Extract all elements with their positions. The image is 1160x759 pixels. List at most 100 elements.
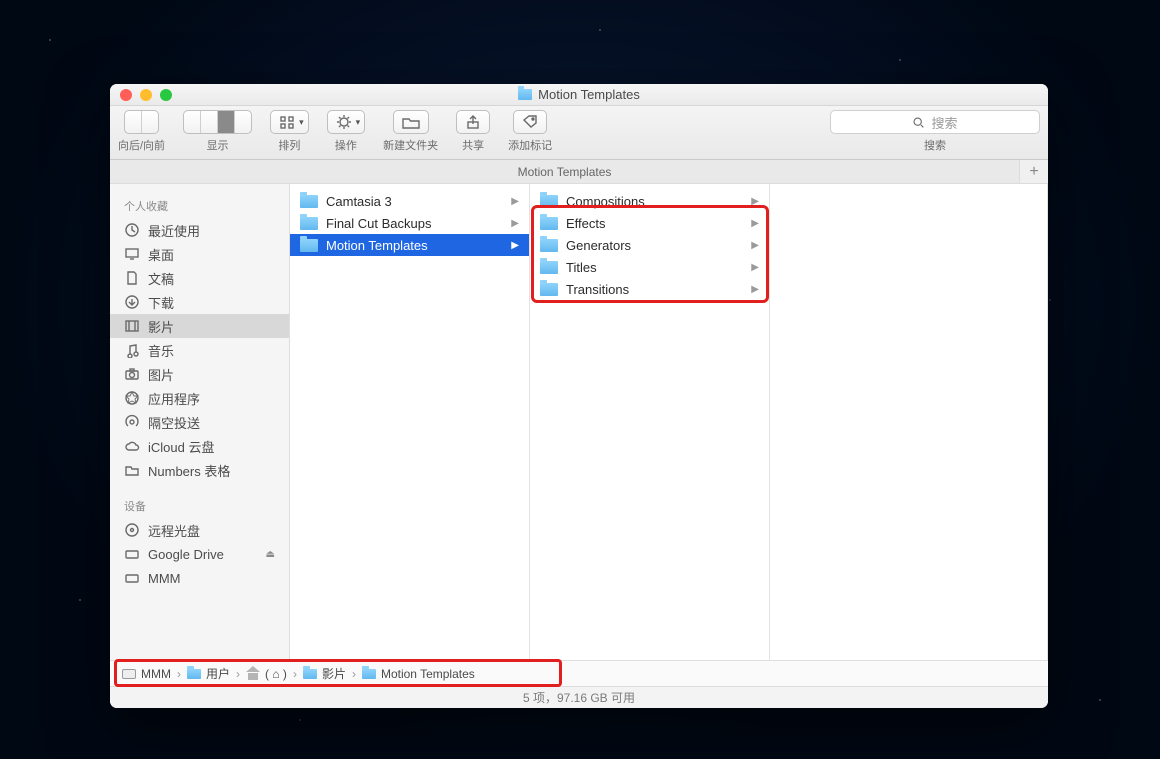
cloud-icon bbox=[124, 438, 140, 454]
sidebar-item-label: 应用程序 bbox=[148, 389, 200, 408]
sidebar-item-numbers[interactable]: Numbers 表格 bbox=[110, 458, 289, 482]
harddrive-icon bbox=[122, 669, 136, 679]
path-label: 用户 bbox=[206, 665, 230, 682]
sidebar: 个人收藏 最近使用 桌面 文稿 下载 影片 bbox=[110, 184, 290, 660]
nav-label: 向后/向前 bbox=[118, 137, 165, 153]
film-icon bbox=[124, 318, 140, 334]
list-item[interactable]: Motion Templates ▶ bbox=[290, 234, 529, 256]
chevron-right-icon: ▶ bbox=[751, 240, 765, 251]
item-label: Motion Templates bbox=[326, 238, 503, 253]
close-button[interactable] bbox=[120, 89, 132, 101]
newfolder-label: 新建文件夹 bbox=[383, 137, 438, 153]
new-folder-button[interactable] bbox=[393, 110, 429, 134]
eject-icon[interactable]: ⏏ bbox=[266, 549, 275, 560]
sidebar-header-favorites: 个人收藏 bbox=[110, 192, 289, 218]
view-gallery-button[interactable] bbox=[234, 111, 251, 133]
folder-icon bbox=[540, 217, 558, 230]
sidebar-item-label: 影片 bbox=[148, 317, 174, 336]
path-separator: › bbox=[352, 667, 356, 681]
path-label: 影片 bbox=[322, 665, 346, 682]
sidebar-item-movies[interactable]: 影片 bbox=[110, 314, 289, 338]
sidebar-item-applications[interactable]: 应用程序 bbox=[110, 386, 289, 410]
chevron-right-icon: ▶ bbox=[511, 240, 525, 251]
path-label: Motion Templates bbox=[381, 667, 475, 681]
list-item[interactable]: Effects ▶ bbox=[530, 212, 769, 234]
sidebar-item-remote-disc[interactable]: 远程光盘 bbox=[110, 518, 289, 542]
new-tab-button[interactable]: + bbox=[1020, 160, 1048, 183]
folder-icon bbox=[540, 195, 558, 208]
item-label: Generators bbox=[566, 238, 743, 253]
view-label: 显示 bbox=[207, 137, 229, 153]
sidebar-item-label: 最近使用 bbox=[148, 221, 200, 240]
sidebar-item-label: 隔空投送 bbox=[148, 413, 200, 432]
sidebar-item-label: Numbers 表格 bbox=[148, 461, 230, 480]
folder-icon bbox=[540, 239, 558, 252]
disc-icon bbox=[124, 522, 140, 538]
path-crumb[interactable]: MMM bbox=[122, 667, 171, 681]
forward-button[interactable] bbox=[141, 111, 158, 133]
finder-body: 个人收藏 最近使用 桌面 文稿 下载 影片 bbox=[110, 184, 1048, 660]
folder-icon bbox=[300, 195, 318, 208]
action-label: 操作 bbox=[335, 137, 357, 153]
list-item[interactable]: Camtasia 3 ▶ bbox=[290, 190, 529, 212]
sidebar-item-pictures[interactable]: 图片 bbox=[110, 362, 289, 386]
search-field[interactable]: 搜索 bbox=[830, 110, 1040, 134]
folder-icon bbox=[518, 89, 532, 100]
sidebar-item-icloud[interactable]: iCloud 云盘 bbox=[110, 434, 289, 458]
item-label: Effects bbox=[566, 216, 743, 231]
sidebar-item-downloads[interactable]: 下载 bbox=[110, 290, 289, 314]
zoom-button[interactable] bbox=[160, 89, 172, 101]
tab-bar: Motion Templates + bbox=[110, 160, 1048, 184]
tab-motion-templates[interactable]: Motion Templates bbox=[110, 160, 1020, 183]
action-button[interactable]: ▾ bbox=[327, 110, 366, 134]
path-label: ( ⌂ ) bbox=[265, 667, 287, 681]
status-text: 5 项，97.16 GB 可用 bbox=[523, 689, 635, 706]
back-button[interactable] bbox=[125, 111, 141, 133]
column-3 bbox=[770, 184, 1048, 660]
path-crumb[interactable]: 用户 bbox=[187, 665, 230, 682]
sidebar-item-mmm[interactable]: MMM bbox=[110, 566, 289, 590]
folder-icon bbox=[303, 669, 317, 679]
share-label: 共享 bbox=[462, 137, 484, 153]
sidebar-item-label: Google Drive bbox=[148, 547, 224, 562]
minimize-button[interactable] bbox=[140, 89, 152, 101]
sidebar-item-desktop[interactable]: 桌面 bbox=[110, 242, 289, 266]
finder-window: Motion Templates 向后/向前 显示 ▾ bbox=[110, 84, 1048, 708]
chevron-down-icon: ▾ bbox=[299, 117, 304, 128]
chevron-down-icon: ▾ bbox=[356, 117, 361, 128]
view-columns-button[interactable] bbox=[217, 111, 234, 133]
arrange-label: 排列 bbox=[278, 137, 300, 153]
sidebar-item-label: 音乐 bbox=[148, 341, 174, 360]
path-crumb[interactable]: Motion Templates bbox=[362, 667, 475, 681]
path-crumb[interactable]: ( ⌂ ) bbox=[246, 667, 287, 681]
list-item[interactable]: Transitions ▶ bbox=[530, 278, 769, 300]
sidebar-header-devices: 设备 bbox=[110, 492, 289, 518]
arrange-button[interactable]: ▾ bbox=[270, 110, 309, 134]
path-label: MMM bbox=[141, 667, 171, 681]
view-icons-button[interactable] bbox=[184, 111, 200, 133]
tags-button[interactable] bbox=[513, 110, 547, 134]
sidebar-item-recents[interactable]: 最近使用 bbox=[110, 218, 289, 242]
folder-icon bbox=[362, 669, 376, 679]
sidebar-item-music[interactable]: 音乐 bbox=[110, 338, 289, 362]
folder-icon bbox=[300, 217, 318, 230]
item-label: Compositions bbox=[566, 194, 743, 209]
sidebar-item-label: 图片 bbox=[148, 365, 174, 384]
list-item[interactable]: Compositions ▶ bbox=[530, 190, 769, 212]
share-button[interactable] bbox=[456, 110, 490, 134]
sidebar-item-label: MMM bbox=[148, 571, 181, 586]
camera-icon bbox=[124, 366, 140, 382]
path-bar: MMM › 用户 › ( ⌂ ) › 影片 › Motion Templates bbox=[110, 660, 1048, 686]
sidebar-item-google-drive[interactable]: Google Drive ⏏ bbox=[110, 542, 289, 566]
harddrive-icon bbox=[124, 546, 140, 562]
path-crumb[interactable]: 影片 bbox=[303, 665, 346, 682]
sidebar-item-documents[interactable]: 文稿 bbox=[110, 266, 289, 290]
list-item[interactable]: Generators ▶ bbox=[530, 234, 769, 256]
view-list-button[interactable] bbox=[200, 111, 217, 133]
music-icon bbox=[124, 342, 140, 358]
list-item[interactable]: Titles ▶ bbox=[530, 256, 769, 278]
search-icon bbox=[912, 116, 925, 129]
list-item[interactable]: Final Cut Backups ▶ bbox=[290, 212, 529, 234]
toolbar: 向后/向前 显示 ▾ 排列 ▾ 操作 bbox=[110, 106, 1048, 160]
sidebar-item-airdrop[interactable]: 隔空投送 bbox=[110, 410, 289, 434]
